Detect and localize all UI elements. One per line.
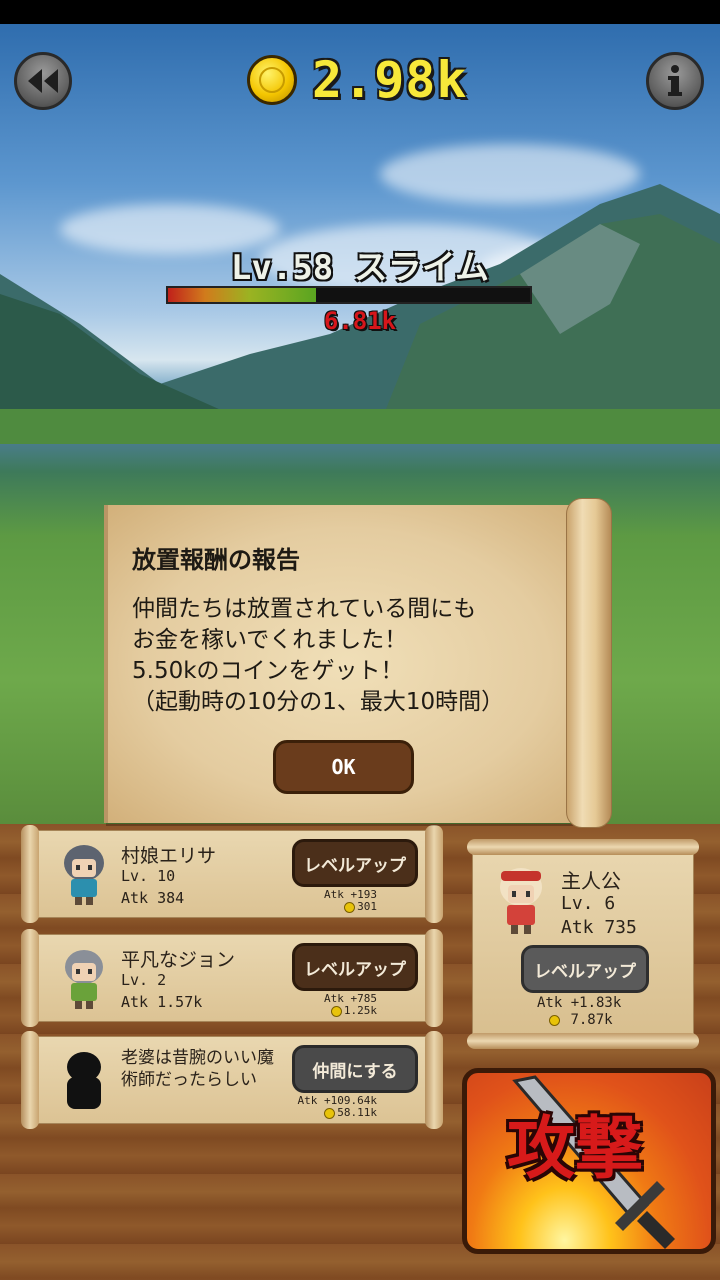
party-name: 村娘エリサ — [121, 845, 217, 867]
recruit-button[interactable]: 仲間にする — [292, 1045, 418, 1093]
enemy-hp-bar — [166, 286, 532, 304]
dialog-title: 放置報酬の報告 — [132, 546, 300, 574]
party-card-0: 村娘エリサ Lv. 10 Atk 384 レベルアップ Atk +193 301 — [21, 825, 443, 923]
hero-card: 主人公 Lv. 6 Atk 735 レベルアップ Atk +1.83k 7.87… — [467, 839, 699, 1049]
party-atk: Atk 1.57k — [121, 993, 203, 1011]
small-coin-icon — [330, 1005, 342, 1017]
level-up-button[interactable]: レベルアップ — [292, 839, 418, 887]
enemy-hp-fill — [168, 288, 317, 302]
hero-level: Lv. 6 — [561, 893, 616, 914]
level-up-button[interactable]: レベルアップ — [292, 943, 418, 991]
party-name: 老婆は昔腕のいい魔 術師だったらしい — [121, 1048, 274, 1090]
hero-atk: Atk 735 — [561, 917, 637, 938]
small-coin-icon — [324, 1107, 336, 1119]
dialog-body: 仲間たちは放置されている間にも お金を稼いでくれました！ 5.50kのコインをゲ… — [132, 596, 505, 715]
attack-button[interactable]: 攻撃 — [462, 1068, 716, 1254]
cost: 7.87k — [570, 1012, 613, 1028]
atk-gain: Atk +1.83k — [537, 995, 622, 1011]
coin-amount: 2.98k — [312, 51, 468, 109]
level-up-cost: Atk +193 301 — [324, 889, 377, 913]
level-up-cost: Atk +785 1.25k — [324, 993, 377, 1017]
gold-coin-icon — [247, 55, 297, 105]
cost: 1.25k — [343, 1004, 377, 1017]
recruit-cost: Atk +109.64k 58.11k — [298, 1095, 377, 1119]
party-level: Lv. 2 — [121, 971, 167, 989]
hero-level-up-button[interactable]: レベルアップ — [521, 945, 649, 993]
ordinary-john-portrait — [65, 950, 103, 1009]
party-card-1: 平凡なジョン Lv. 2 Atk 1.57k レベルアップ Atk +785 1… — [21, 929, 443, 1027]
party-card-2: 老婆は昔腕のいい魔 術師だったらしい 仲間にする Atk +109.64k 58… — [21, 1031, 443, 1129]
hero-portrait — [500, 868, 542, 934]
villager-girl-portrait — [64, 845, 104, 905]
small-coin-icon — [549, 1014, 560, 1026]
cost: 301 — [357, 900, 377, 913]
attack-label: 攻撃 — [507, 1110, 644, 1189]
rewind-icon — [28, 69, 58, 93]
enemy-hp-value: 6.81k — [323, 307, 397, 335]
ok-button[interactable]: OK — [273, 740, 414, 794]
enemy-name: Lv.58 スライム — [230, 248, 490, 288]
back-button[interactable] — [14, 52, 72, 110]
cost: 58.11k — [337, 1106, 377, 1119]
hero-level-up-cost: Atk +1.83k 7.87k — [537, 995, 621, 1029]
info-button[interactable] — [646, 52, 704, 110]
info-icon — [668, 65, 682, 96]
party-atk: Atk 384 — [121, 889, 185, 907]
small-coin-icon — [344, 901, 356, 913]
party-level: Lv. 10 — [121, 867, 176, 885]
locked-silhouette-portrait — [67, 1052, 101, 1109]
hero-name: 主人公 — [561, 869, 621, 893]
dialog-scroll-roll — [566, 498, 612, 828]
party-name: 平凡なジョン — [121, 949, 236, 971]
